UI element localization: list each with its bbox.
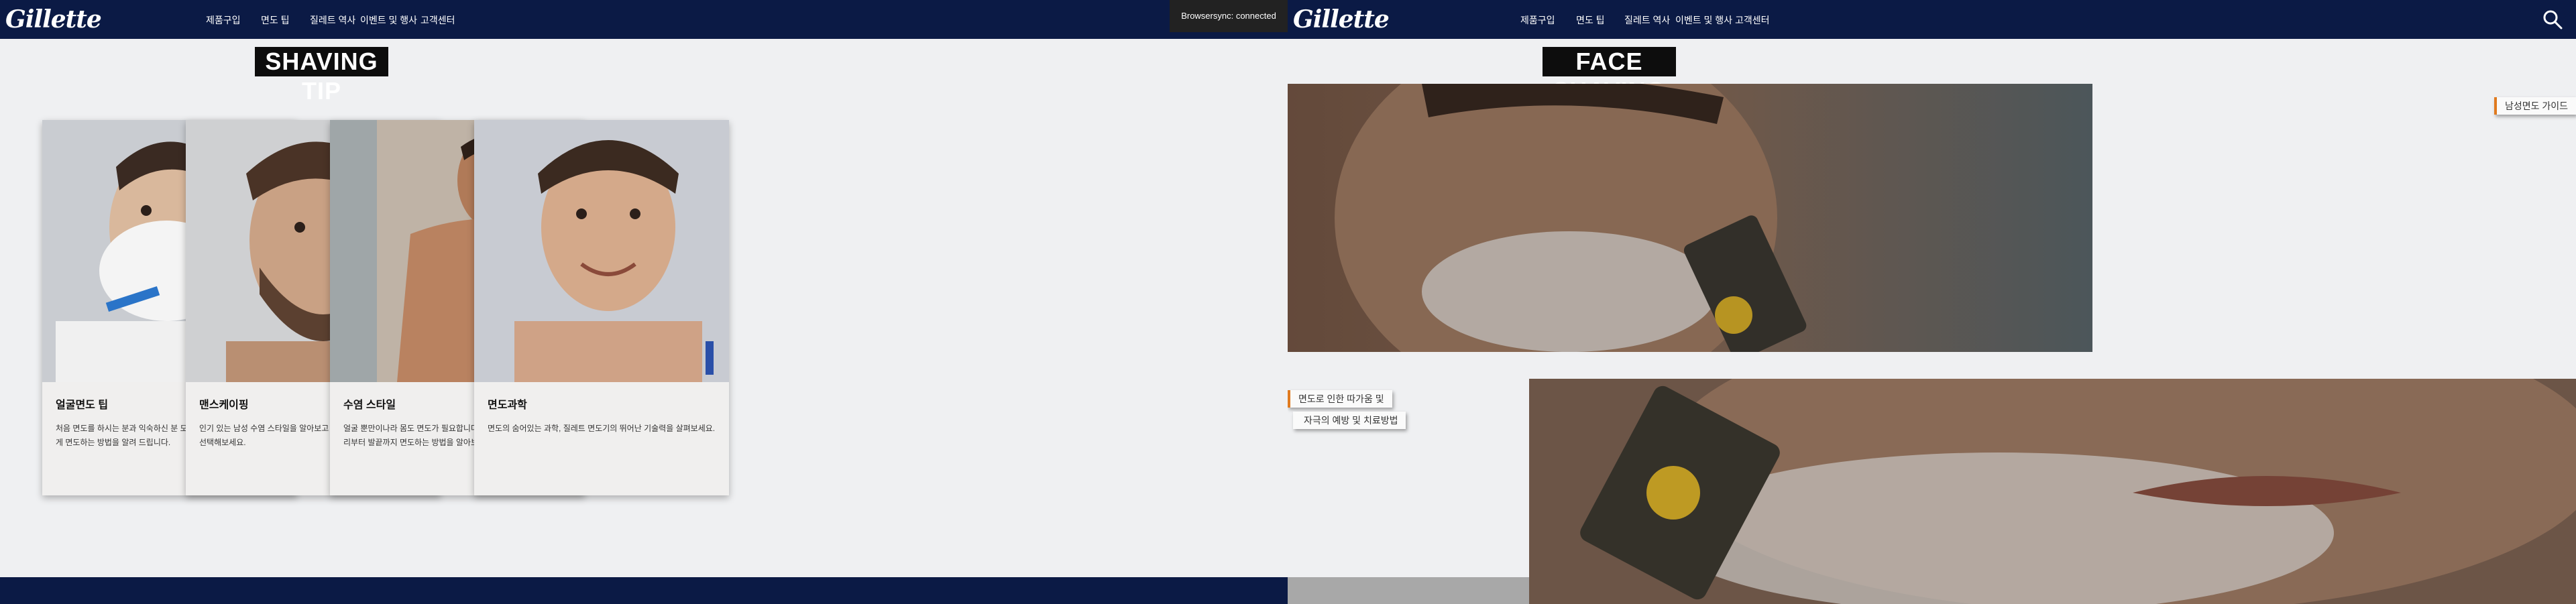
nav-item-events[interactable]: 이벤트 및 행사 xyxy=(360,13,417,27)
page-title: SHAVING TIP xyxy=(255,47,388,105)
nav-item-purchase[interactable]: 제품구입 xyxy=(1520,13,1555,27)
search-icon[interactable] xyxy=(2542,9,2563,29)
card-title: 얼굴면도 팁 xyxy=(56,400,109,411)
footer-bar xyxy=(0,577,1288,604)
card-shaving-science[interactable]: 면도과학 면도의 숨어있는 과학, 질레트 면도기의 뛰어난 기술력을 살펴보세… xyxy=(474,120,729,495)
nav-item-customer-center[interactable]: 고객센터 xyxy=(1735,13,1770,27)
browsersync-badge: Browsersync: connected xyxy=(1170,0,1288,32)
card-description: 면도의 숨어있는 과학, 질레트 면도기의 뛰어난 기술력을 살펴보세요. xyxy=(488,424,716,433)
card-title: 면도과학 xyxy=(488,400,527,411)
top-navigation: Gillette 제품구입 면도 팁 질레트 역사 이벤트 및 행사 고객센터 xyxy=(1288,0,2576,39)
nav-item-history[interactable]: 질레트 역사 xyxy=(1624,13,1670,27)
razor-on-chin-closeup-photo xyxy=(1529,379,2576,604)
face-shaving-page: Gillette 제품구입 면도 팁 질레트 역사 이벤트 및 행사 고객센터 … xyxy=(1288,0,2576,604)
top-navigation: Gillette 제품구입 면도 팁 질레트 역사 이벤트 및 행사 고객센터 xyxy=(0,0,1288,39)
nav-item-purchase[interactable]: 제품구입 xyxy=(206,13,241,27)
nav-item-shaving-tips[interactable]: 면도 팁 xyxy=(261,13,290,27)
nav-item-shaving-tips[interactable]: 면도 팁 xyxy=(1576,13,1605,27)
gillette-logo[interactable]: Gillette xyxy=(5,5,102,34)
nav-item-events[interactable]: 이벤트 및 행사 xyxy=(1675,13,1732,27)
guide-tag[interactable]: 남성면도 가이드 xyxy=(2494,97,2576,115)
smiling-man-photo xyxy=(474,120,729,382)
topic-tag-irritation[interactable]: 면도로 인한 따가움 및 xyxy=(1288,390,1392,408)
man-shaving-cheek-closeup-photo xyxy=(1288,84,2092,352)
nav-item-customer-center[interactable]: 고객센터 xyxy=(421,13,455,27)
gillette-logo[interactable]: Gillette xyxy=(1293,5,1390,34)
card-title: 맨스케이핑 xyxy=(199,400,249,411)
shaving-tip-page: Gillette 제품구입 면도 팁 질레트 역사 이벤트 및 행사 고객센터 … xyxy=(0,0,1288,604)
nav-item-history[interactable]: 질레트 역사 xyxy=(310,13,355,27)
topic-tag-prevention[interactable]: 자극의 예방 및 치료방법 xyxy=(1293,412,1406,429)
card-title: 수염 스타일 xyxy=(343,400,396,411)
page-title: FACE SHAVING xyxy=(1543,47,1676,105)
